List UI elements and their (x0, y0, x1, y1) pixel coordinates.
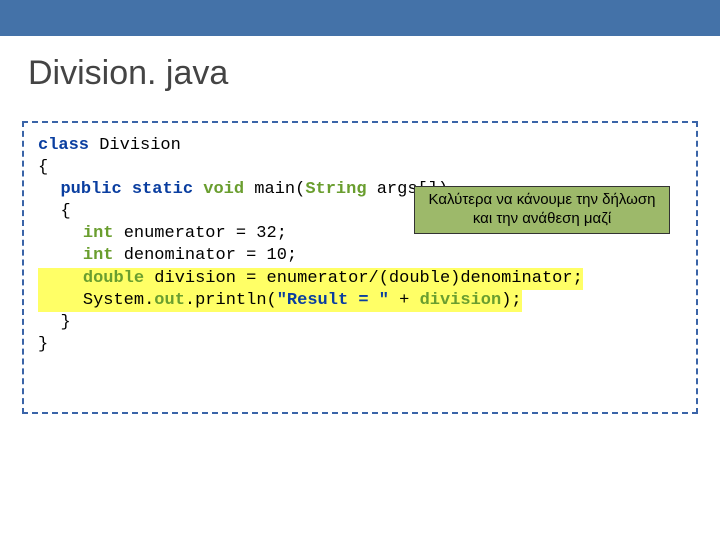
line-4: { (38, 202, 71, 221)
line-3: public static void main(String args[]) (38, 180, 448, 199)
stmt-end: ); (501, 291, 521, 310)
stmt-println: .println( (185, 291, 277, 310)
brace-close-inner: } (60, 313, 70, 332)
stmt-enum: enumerator = 32; (124, 224, 287, 243)
line-10: } (38, 335, 48, 354)
plus-op: + (399, 291, 419, 310)
line-7: double division = enumerator/(double)den… (38, 268, 583, 290)
line-1: class Division (38, 136, 181, 155)
type-string: String (305, 180, 376, 199)
line-8: System.out.println("Result = " + divisio… (38, 290, 522, 312)
line-6: int denominator = 10; (38, 246, 297, 265)
header-bar (0, 0, 720, 36)
stmt-denom: denominator = 10; (124, 246, 297, 265)
type-double: double (83, 269, 154, 288)
keyword-static: static (132, 180, 203, 199)
line-9: } (38, 313, 71, 332)
code-box: class Division { public static void main… (22, 121, 698, 414)
class-name: Division (99, 136, 181, 155)
brace-open-inner: { (60, 202, 70, 221)
method-main: main( (254, 180, 305, 199)
callout-line-1: Καλύτερα να κάνουμε την δήλωση (425, 191, 659, 210)
line-2: { (38, 158, 48, 177)
line-5: int enumerator = 32; (38, 224, 287, 243)
keyword-class: class (38, 136, 99, 155)
var-division: division (420, 291, 502, 310)
type-int-1: int (83, 224, 124, 243)
code-block: class Division { public static void main… (38, 135, 682, 356)
type-void: void (203, 180, 254, 199)
keyword-public: public (60, 180, 131, 199)
field-out: out (154, 291, 185, 310)
callout-line-2: και την ανάθεση μαζί (425, 210, 659, 229)
stmt-system: System. (83, 291, 154, 310)
slide-title: Division. java (0, 36, 720, 93)
string-literal: "Result = " (277, 291, 399, 310)
callout-box: Καλύτερα να κάνουμε την δήλωση και την α… (414, 186, 670, 234)
type-int-2: int (83, 246, 124, 265)
stmt-division: division = enumerator/(double)denominato… (154, 269, 582, 288)
